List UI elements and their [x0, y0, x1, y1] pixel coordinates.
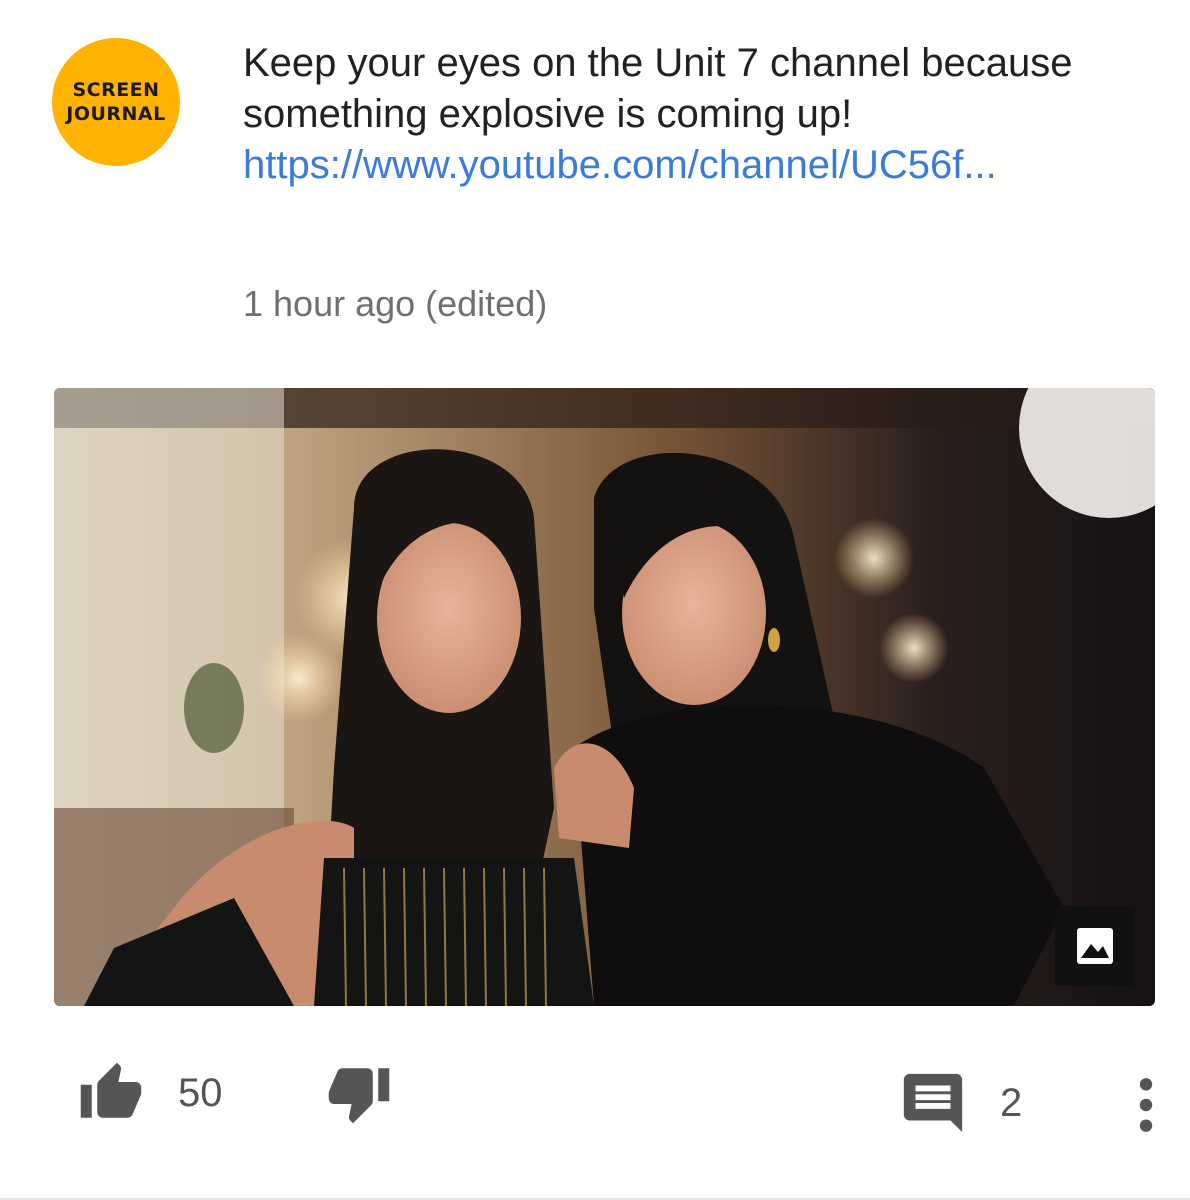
post-text: Keep your eyes on the Unit 7 channel bec… — [243, 41, 1073, 136]
avatar-text-line2: JOURNAL — [66, 103, 166, 125]
avatar-text-line1: SCREEN — [72, 79, 160, 101]
thumb-down-icon — [328, 1068, 390, 1124]
comment-button[interactable]: 2 — [898, 1068, 1022, 1138]
like-count: 50 — [178, 1070, 223, 1115]
thumb-up-icon — [80, 1062, 142, 1118]
more-options-button[interactable] — [1124, 1074, 1168, 1136]
post-image[interactable] — [54, 388, 1155, 1006]
image-badge[interactable] — [1055, 906, 1135, 986]
action-bar: 50 2 — [0, 1060, 1190, 1150]
post-link[interactable]: https://www.youtube.com/channel/UC56f... — [243, 140, 1173, 191]
more-vert-icon — [1139, 1078, 1153, 1132]
channel-avatar[interactable]: SCREEN JOURNAL — [52, 38, 180, 166]
image-icon — [1077, 928, 1113, 964]
comment-icon — [903, 1073, 963, 1133]
photo-two-women — [54, 388, 1155, 1006]
dislike-button[interactable] — [324, 1060, 394, 1126]
post-timestamp: 1 hour ago (edited) — [243, 283, 548, 324]
community-post: SCREEN JOURNAL Keep your eyes on the Uni… — [0, 0, 1190, 1200]
comment-count: 2 — [1000, 1080, 1023, 1125]
like-button[interactable]: 50 — [76, 1060, 223, 1126]
post-body: Keep your eyes on the Unit 7 channel bec… — [243, 38, 1173, 191]
